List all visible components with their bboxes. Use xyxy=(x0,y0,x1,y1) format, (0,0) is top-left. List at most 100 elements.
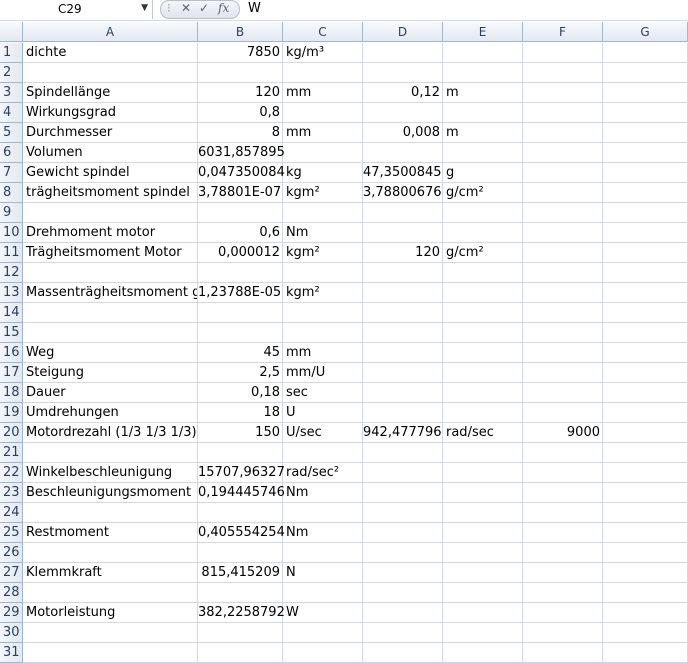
cell-b18[interactable]: 0,18 xyxy=(198,383,283,403)
cell-d8[interactable]: 3,78800676 xyxy=(363,183,443,203)
cell-f2[interactable] xyxy=(523,63,603,83)
cell-b21[interactable] xyxy=(198,443,283,463)
cell-f30[interactable] xyxy=(523,623,603,643)
cell-c10[interactable]: Nm xyxy=(283,223,363,243)
row-header[interactable]: 15 xyxy=(0,323,23,343)
row-header[interactable]: 12 xyxy=(0,263,23,283)
cell-b24[interactable] xyxy=(198,503,283,523)
cell-e6[interactable] xyxy=(443,143,523,163)
cell-d26[interactable] xyxy=(363,543,443,563)
cell-e5[interactable]: m xyxy=(443,123,523,143)
cell-a31[interactable] xyxy=(23,643,198,663)
cell-e25[interactable] xyxy=(443,523,523,543)
cell-b12[interactable] xyxy=(198,263,283,283)
cell-g25[interactable] xyxy=(603,523,688,543)
cell-a1[interactable]: dichte xyxy=(23,43,198,63)
cell-b26[interactable] xyxy=(198,543,283,563)
cell-c5[interactable]: mm xyxy=(283,123,363,143)
cell-d7[interactable]: 47,3500845 xyxy=(363,163,443,183)
cell-f12[interactable] xyxy=(523,263,603,283)
cell-c22[interactable]: rad/sec² xyxy=(283,463,363,483)
cell-d28[interactable] xyxy=(363,583,443,603)
cell-f24[interactable] xyxy=(523,503,603,523)
cell-f8[interactable] xyxy=(523,183,603,203)
cell-f10[interactable] xyxy=(523,223,603,243)
cell-e21[interactable] xyxy=(443,443,523,463)
cell-c13[interactable]: kgm² xyxy=(283,283,363,303)
cell-a26[interactable] xyxy=(23,543,198,563)
cell-c26[interactable] xyxy=(283,543,363,563)
cell-g22[interactable] xyxy=(603,463,688,483)
cell-a23[interactable]: Beschleunigungsmoment xyxy=(23,483,198,503)
cell-a7[interactable]: Gewicht spindel xyxy=(23,163,198,183)
cell-a22[interactable]: Winkelbeschleunigung xyxy=(23,463,198,483)
cell-d27[interactable] xyxy=(363,563,443,583)
cell-e10[interactable] xyxy=(443,223,523,243)
cell-a11[interactable]: Trägheitsmoment Motor xyxy=(23,243,198,263)
cell-b8[interactable]: 3,78801E-07 xyxy=(198,183,283,203)
cell-c6[interactable] xyxy=(283,143,363,163)
cell-a19[interactable]: Umdrehungen xyxy=(23,403,198,423)
cell-a3[interactable]: Spindellänge xyxy=(23,83,198,103)
cell-b14[interactable] xyxy=(198,303,283,323)
cell-b15[interactable] xyxy=(198,323,283,343)
insert-function-icon[interactable]: fx xyxy=(218,1,229,15)
cell-e2[interactable] xyxy=(443,63,523,83)
cell-a2[interactable] xyxy=(23,63,198,83)
cell-c11[interactable]: kgm² xyxy=(283,243,363,263)
cell-a9[interactable] xyxy=(23,203,198,223)
cell-b6[interactable]: 6031,857895 xyxy=(198,143,285,163)
cell-g10[interactable] xyxy=(603,223,688,243)
row-header[interactable]: 31 xyxy=(0,643,23,663)
cell-a13[interactable]: Massenträgheitsmoment ge xyxy=(23,283,198,303)
row-header[interactable]: 14 xyxy=(0,303,23,323)
cell-f1[interactable] xyxy=(523,43,603,63)
dropdown-arrow-icon[interactable]: ▼ xyxy=(141,3,148,13)
cell-f6[interactable] xyxy=(523,143,603,163)
cell-e28[interactable] xyxy=(443,583,523,603)
cell-a12[interactable] xyxy=(23,263,198,283)
cell-a10[interactable]: Drehmoment motor xyxy=(23,223,198,243)
cell-e9[interactable] xyxy=(443,203,523,223)
cell-c16[interactable]: mm xyxy=(283,343,363,363)
cell-g19[interactable] xyxy=(603,403,688,423)
cell-f18[interactable] xyxy=(523,383,603,403)
cell-d2[interactable] xyxy=(363,63,443,83)
cell-f14[interactable] xyxy=(523,303,603,323)
select-all-corner[interactable] xyxy=(0,22,23,42)
cell-b16[interactable]: 45 xyxy=(198,343,283,363)
cell-d11[interactable]: 120 xyxy=(363,243,443,263)
cell-d13[interactable] xyxy=(363,283,443,303)
cell-c4[interactable] xyxy=(283,103,363,123)
cell-d9[interactable] xyxy=(363,203,443,223)
cell-e3[interactable]: m xyxy=(443,83,523,103)
row-header[interactable]: 13 xyxy=(0,283,23,303)
cell-e16[interactable] xyxy=(443,343,523,363)
cell-d15[interactable] xyxy=(363,323,443,343)
cell-a4[interactable]: Wirkungsgrad xyxy=(23,103,198,123)
name-box[interactable]: C29 ▼ xyxy=(0,0,153,19)
cell-a14[interactable] xyxy=(23,303,198,323)
cell-a16[interactable]: Weg xyxy=(23,343,198,363)
cell-d16[interactable] xyxy=(363,343,443,363)
cell-e4[interactable] xyxy=(443,103,523,123)
cell-g21[interactable] xyxy=(603,443,688,463)
cell-f3[interactable] xyxy=(523,83,603,103)
cell-b27[interactable]: 815,415209 xyxy=(198,563,283,583)
cell-a24[interactable] xyxy=(23,503,198,523)
cell-c28[interactable] xyxy=(283,583,363,603)
cell-b5[interactable]: 8 xyxy=(198,123,283,143)
row-header[interactable]: 23 xyxy=(0,483,23,503)
row-header[interactable]: 18 xyxy=(0,383,23,403)
cell-e29[interactable] xyxy=(443,603,523,623)
row-header[interactable]: 17 xyxy=(0,363,23,383)
cell-e12[interactable] xyxy=(443,263,523,283)
cell-g27[interactable] xyxy=(603,563,688,583)
cell-f20[interactable]: 9000 xyxy=(523,423,603,443)
cell-d4[interactable] xyxy=(363,103,443,123)
cell-c30[interactable] xyxy=(283,623,363,643)
cell-f22[interactable] xyxy=(523,463,603,483)
cell-b2[interactable] xyxy=(198,63,283,83)
cell-c24[interactable] xyxy=(283,503,363,523)
cell-b3[interactable]: 120 xyxy=(198,83,283,103)
